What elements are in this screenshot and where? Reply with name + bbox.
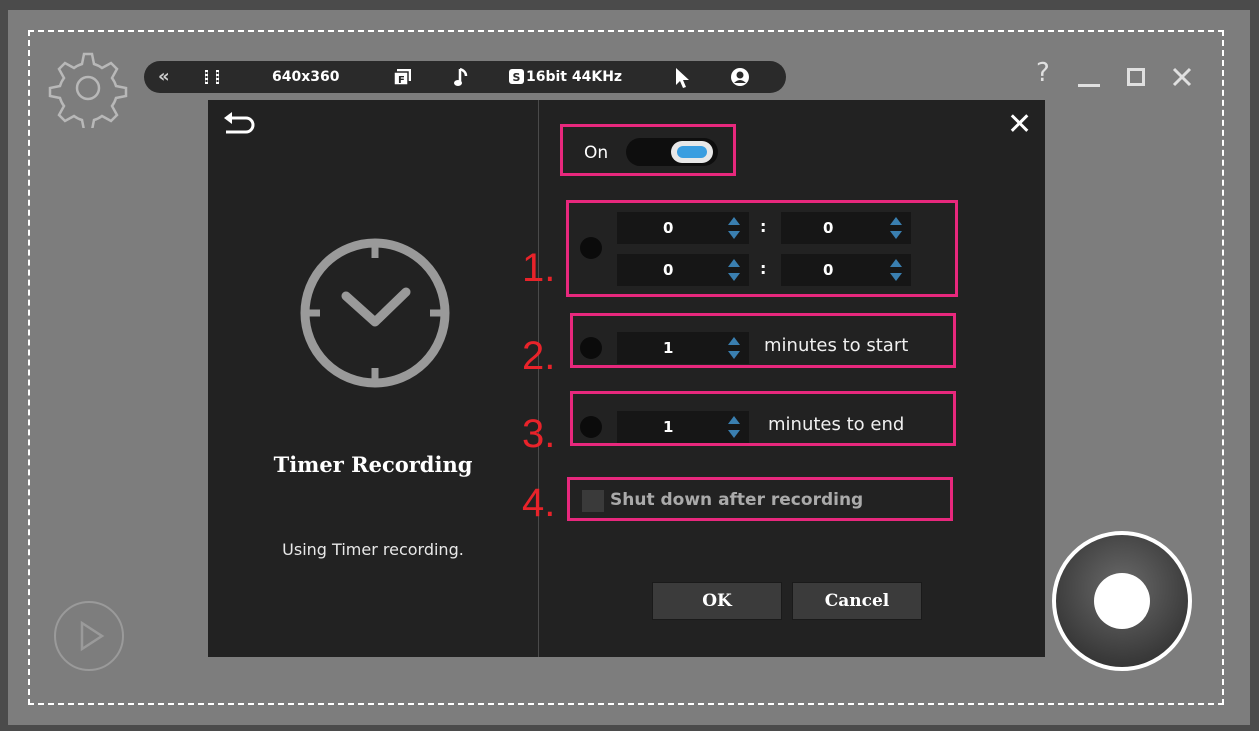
minutes-to-end-value: 1 <box>663 418 674 436</box>
webcam-user-icon[interactable] <box>730 67 750 87</box>
option3-marker: 3. <box>522 412 556 456</box>
minutes-to-end-spinner[interactable]: 1 <box>617 411 749 443</box>
option1-marker: 1. <box>522 246 556 290</box>
play-button[interactable] <box>54 601 124 671</box>
spinner-arrows-icon[interactable] <box>727 336 741 360</box>
spinner-arrows-icon[interactable] <box>727 258 741 282</box>
time-separator: : <box>760 259 767 278</box>
shutdown-checkbox[interactable] <box>582 490 604 512</box>
record-icon <box>1094 573 1150 629</box>
end-hour-value: 0 <box>663 261 674 279</box>
option2-marker: 2. <box>522 334 556 378</box>
svg-text:F: F <box>398 75 405 85</box>
maximize-icon[interactable] <box>1127 68 1145 86</box>
start-hour-spinner[interactable]: 0 <box>617 212 749 244</box>
play-icon <box>80 620 105 652</box>
cancel-button[interactable]: Cancel <box>792 582 922 620</box>
record-button[interactable] <box>1052 531 1192 671</box>
spinner-arrows-icon[interactable] <box>889 216 903 240</box>
back-arrow-icon[interactable] <box>222 112 258 136</box>
option4-marker: 4. <box>522 481 556 525</box>
svg-text:S: S <box>513 71 521 84</box>
fps-icon[interactable]: F <box>394 69 412 85</box>
cursor-icon[interactable] <box>674 67 690 89</box>
ok-button[interactable]: OK <box>652 582 782 620</box>
music-note-icon[interactable] <box>454 67 468 87</box>
resolution-label[interactable]: 640x360 <box>272 61 339 93</box>
dialog-title: Timer Recording <box>273 452 473 477</box>
start-minute-spinner[interactable]: 0 <box>781 212 911 244</box>
dialog-description: Using Timer recording. <box>282 540 464 559</box>
timer-toggle-switch[interactable] <box>626 138 718 166</box>
help-button[interactable]: ? <box>1036 58 1050 88</box>
spinner-arrows-icon[interactable] <box>889 258 903 282</box>
end-minute-value: 0 <box>823 261 834 279</box>
option2-radio[interactable] <box>580 337 602 359</box>
spinner-arrows-icon[interactable] <box>727 216 741 240</box>
clock-icon <box>300 238 450 388</box>
dialog-close-icon[interactable]: ✕ <box>1007 110 1032 140</box>
speaker-s-icon[interactable]: S <box>509 69 524 84</box>
shutdown-label: Shut down after recording <box>610 490 864 510</box>
option1-radio[interactable] <box>580 237 602 259</box>
end-minute-spinner[interactable]: 0 <box>781 254 911 286</box>
spinner-arrows-icon[interactable] <box>727 415 741 439</box>
time-separator: : <box>760 217 767 236</box>
minimize-icon[interactable] <box>1078 84 1100 88</box>
minutes-to-start-value: 1 <box>663 339 674 357</box>
minutes-to-start-spinner[interactable]: 1 <box>617 332 749 364</box>
minutes-to-end-label: minutes to end <box>768 414 905 435</box>
collapse-chevron-icon[interactable]: « <box>158 61 170 93</box>
top-toolbar: « 640x360 F S 16bit 44KHz <box>144 61 786 93</box>
toggle-label: On <box>584 143 609 163</box>
settings-gear-icon[interactable] <box>48 48 128 128</box>
film-icon[interactable] <box>204 69 220 85</box>
start-minute-value: 0 <box>823 219 834 237</box>
close-window-icon[interactable] <box>1172 67 1192 87</box>
start-hour-value: 0 <box>663 219 674 237</box>
audio-format-label[interactable]: 16bit 44KHz <box>526 61 622 93</box>
dialog-divider <box>538 100 539 657</box>
minutes-to-start-label: minutes to start <box>764 335 909 356</box>
option3-radio[interactable] <box>580 416 602 438</box>
end-hour-spinner[interactable]: 0 <box>617 254 749 286</box>
